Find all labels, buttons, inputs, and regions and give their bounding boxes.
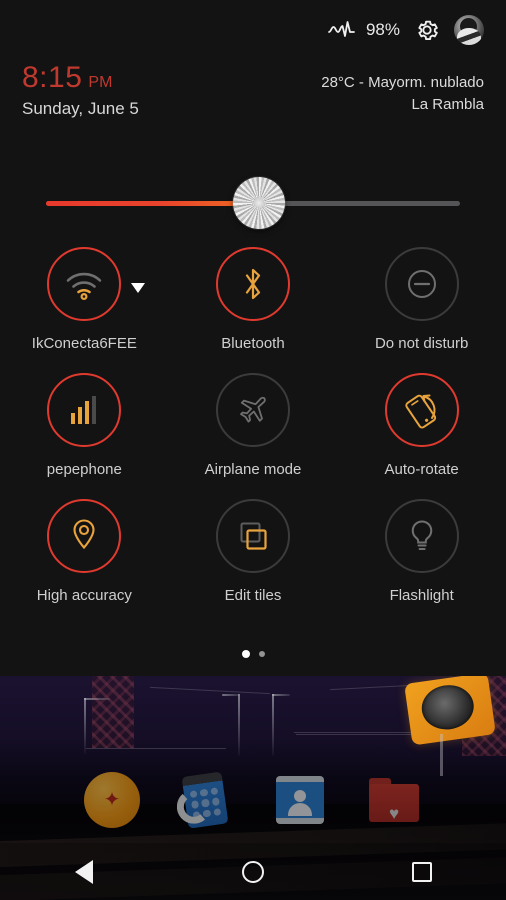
- tile-airplane-ring: [215, 373, 290, 447]
- navigation-bar: [0, 843, 506, 900]
- tile-dnd-ring: [384, 247, 459, 321]
- back-triangle-icon: [75, 859, 94, 884]
- tile-location-label: High accuracy: [36, 587, 132, 604]
- edit-tiles-icon: [240, 522, 267, 550]
- wifi-expand-caret-icon[interactable]: [131, 283, 146, 293]
- tile-location-ring: [47, 499, 122, 573]
- wifi-icon: [67, 272, 102, 300]
- tile-do-not-disturb[interactable]: Do not disturb: [337, 247, 506, 352]
- bluetooth-icon: [245, 268, 261, 300]
- brightness-slider[interactable]: [0, 172, 506, 236]
- tiles-grid: IkConecta6FEE Bluetooth Do not disturb p…: [0, 247, 506, 604]
- heart-icon: ♥: [388, 804, 400, 823]
- panel-header: 8:15 PM Sunday, June 5 28°C - Mayorm. nu…: [0, 62, 506, 134]
- battery-status: 98%: [328, 20, 400, 40]
- tile-airplane-mode[interactable]: Airplane mode: [169, 373, 338, 478]
- gear-icon[interactable]: [414, 17, 440, 43]
- tile-edit-tiles[interactable]: Edit tiles: [169, 499, 338, 604]
- page-dot-2[interactable]: [258, 651, 265, 657]
- tile-flashlight[interactable]: Flashlight: [337, 499, 506, 604]
- home-circle-icon: [241, 860, 264, 883]
- tile-auto-rotate-label: Auto-rotate: [384, 461, 459, 478]
- tile-auto-rotate-ring: [384, 373, 459, 447]
- tile-carrier[interactable]: pepephone: [0, 373, 169, 478]
- wallpaper-streetlamp: [84, 698, 234, 754]
- battery-percent-label: 98%: [365, 20, 400, 39]
- tile-edit-ring: [215, 499, 290, 573]
- clock-time: 8:15: [22, 61, 83, 94]
- nav-home-button[interactable]: [223, 843, 283, 900]
- tile-bluetooth[interactable]: Bluetooth: [169, 247, 338, 352]
- tile-wifi-label: IkConecta6FEE: [31, 335, 137, 352]
- nav-recents-button[interactable]: [392, 843, 452, 900]
- contact-head-icon: [294, 790, 306, 802]
- avatar[interactable]: [454, 15, 484, 45]
- page-dot-1[interactable]: [241, 650, 250, 658]
- tile-wifi[interactable]: IkConecta6FEE: [0, 247, 169, 352]
- tile-edit-tiles-label: Edit tiles: [224, 587, 282, 604]
- clock-date: Sunday, June 5: [22, 98, 139, 118]
- tile-wifi-ring: [47, 247, 146, 321]
- dock-icon-contacts[interactable]: [272, 772, 328, 828]
- wallpaper-speaker: [404, 676, 496, 746]
- recents-square-icon: [411, 861, 432, 882]
- tile-carrier-ring: [47, 373, 122, 447]
- flashlight-icon: [411, 520, 432, 550]
- weather-location: La Rambla: [411, 95, 484, 113]
- wallpaper-wire: [296, 734, 426, 735]
- tile-location[interactable]: High accuracy: [0, 499, 169, 604]
- clock-block[interactable]: 8:15 PM Sunday, June 5: [22, 62, 139, 119]
- battery-waveform-icon: [328, 21, 355, 37]
- tile-carrier-label: pepephone: [46, 461, 122, 478]
- clock-ampm: PM: [88, 74, 113, 91]
- tile-airplane-label: Airplane mode: [204, 461, 302, 478]
- tile-bluetooth-label: Bluetooth: [221, 335, 285, 352]
- auto-rotate-icon: [404, 394, 436, 429]
- page-indicator: [0, 650, 506, 658]
- weather-block[interactable]: 28°C - Mayorm. nublado La Rambla: [321, 62, 484, 116]
- weather-conditions: 28°C - Mayorm. nublado: [321, 74, 484, 91]
- airplane-icon: [240, 396, 266, 423]
- quick-settings-panel: 98% 8:15 PM Sunday, June 5 28°C - Mayorm…: [0, 0, 506, 676]
- do-not-disturb-icon: [407, 270, 436, 298]
- nav-back-button[interactable]: [54, 843, 114, 900]
- tile-flashlight-ring: [384, 499, 459, 573]
- dock: ✦ ♥: [0, 757, 506, 843]
- status-bar: 98%: [0, 0, 506, 60]
- tile-dnd-label: Do not disturb: [374, 335, 469, 352]
- dock-icon-files[interactable]: ♥: [366, 772, 422, 828]
- dock-icon-phone[interactable]: [174, 768, 237, 831]
- brightness-knob[interactable]: [233, 177, 285, 229]
- wallpaper-streetlamp: [272, 694, 424, 756]
- star-icon: ✦: [103, 789, 121, 811]
- dock-icon-dragonball[interactable]: ✦: [84, 772, 140, 828]
- tile-bluetooth-ring: [215, 247, 290, 321]
- signal-bars-icon: [71, 396, 97, 424]
- tile-auto-rotate[interactable]: Auto-rotate: [337, 373, 506, 478]
- location-pin-icon: [73, 519, 95, 550]
- tile-flashlight-label: Flashlight: [389, 587, 454, 604]
- brightness-fill: [46, 201, 253, 206]
